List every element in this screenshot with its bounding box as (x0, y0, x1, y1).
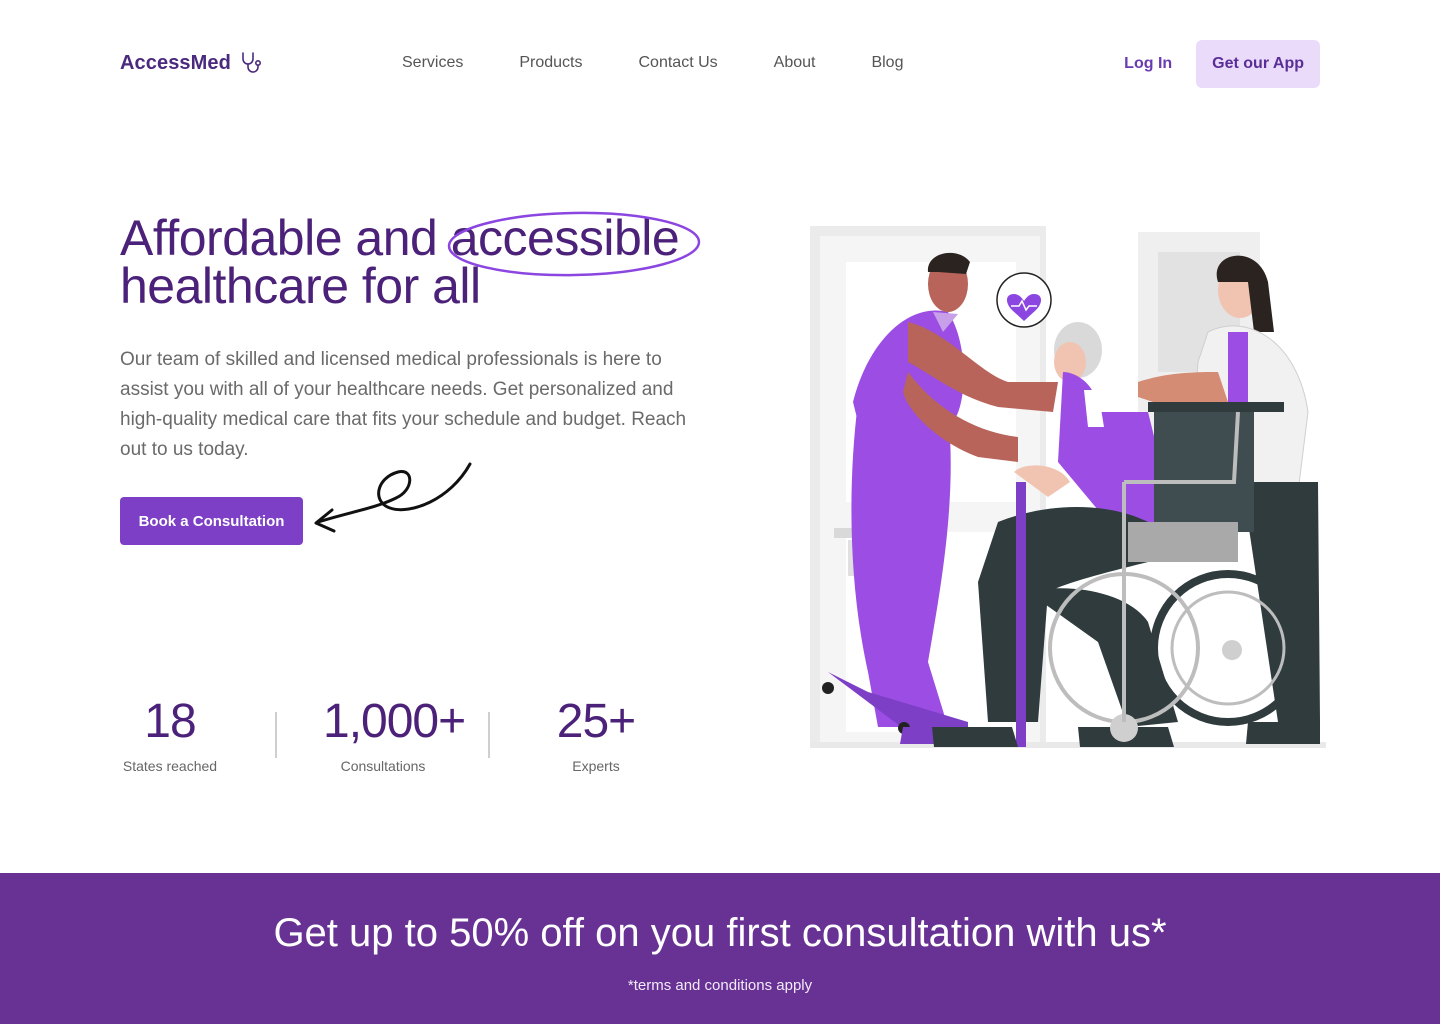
stat-states: 18 States reached (110, 694, 230, 774)
hero-title-after: healthcare for all (120, 258, 481, 314)
brand-name: AccessMed (120, 51, 231, 74)
banner-note: *terms and conditions apply (627, 977, 813, 994)
stat-value: 1,000+ (323, 695, 466, 748)
stat-value: 25+ (556, 695, 636, 748)
hero-description: Our team of skilled and licensed medical… (120, 349, 687, 460)
nav-link-products[interactable]: Products (519, 54, 582, 72)
banner-title: Get up to 50% off on you first consultat… (273, 911, 1167, 955)
top-nav: AccessMed Services Products Contact Us A… (120, 40, 1320, 88)
login-link[interactable]: Log In (1124, 55, 1172, 73)
nav-link-blog[interactable]: Blog (871, 54, 903, 72)
stat-divider (275, 712, 277, 758)
nav-link-contact[interactable]: Contact Us (639, 54, 718, 72)
nav-link-about[interactable]: About (774, 54, 816, 72)
brand-logo[interactable]: AccessMed (120, 50, 265, 76)
caregivers-illustration (810, 226, 1326, 748)
highlight-ellipse (447, 211, 701, 277)
stat-label: Experts (572, 758, 620, 774)
stat-consultations: 1,000+ Consultations (323, 694, 466, 774)
curly-arrow-icon (314, 462, 472, 533)
stethoscope-icon (242, 52, 261, 73)
nav-links: Services Products Contact Us About Blog (402, 54, 959, 72)
stat-experts: 25+ Experts (536, 694, 656, 774)
stat-value: 18 (144, 695, 196, 748)
get-app-button[interactable]: Get our App (1196, 40, 1320, 88)
stat-label: Consultations (340, 758, 426, 774)
nav-actions: Log In Get our App (1124, 40, 1320, 88)
stat-label: States reached (122, 758, 218, 774)
nav-link-services[interactable]: Services (402, 54, 463, 72)
promo-banner: Get up to 50% off on you first consultat… (0, 873, 1440, 1024)
stats-row: 18 States reached 1,000+ Consultations 2… (120, 694, 660, 784)
book-consultation-button[interactable]: Book a Consultation (120, 497, 303, 545)
stat-divider (488, 712, 490, 758)
